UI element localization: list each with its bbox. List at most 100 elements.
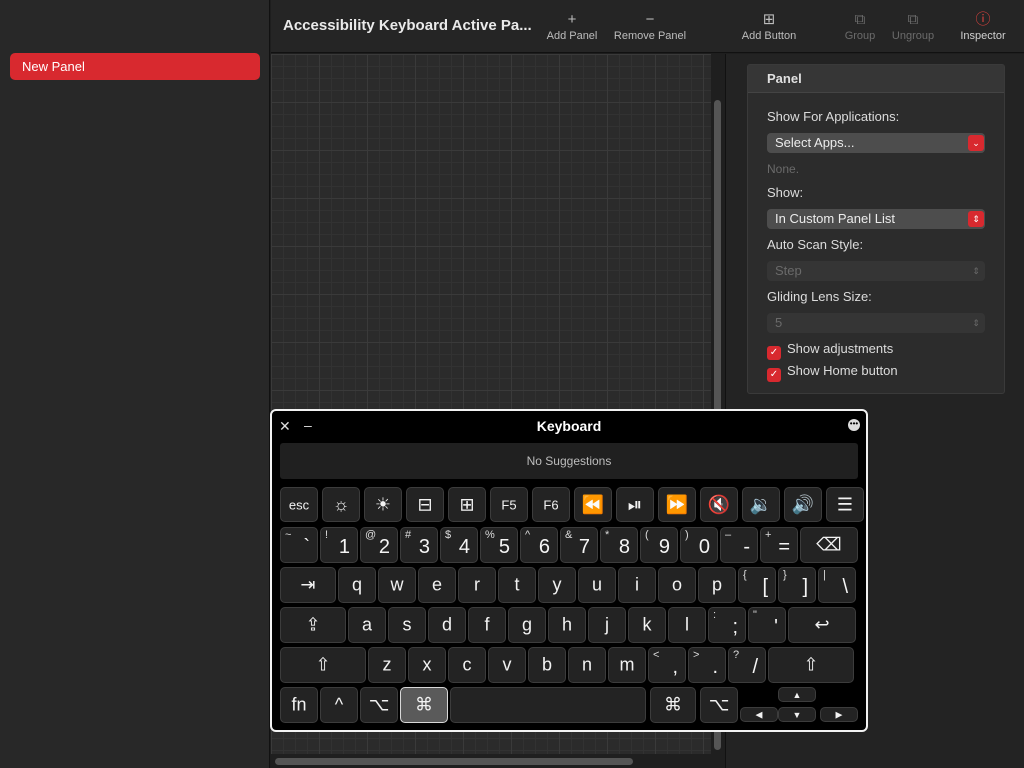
key-number-9[interactable]: (9 bbox=[640, 527, 678, 563]
auto-scan-popup[interactable]: Step ⇕ bbox=[767, 261, 985, 281]
key-F6[interactable]: F6 bbox=[532, 487, 570, 522]
key-f[interactable]: f bbox=[468, 607, 506, 643]
ungroup-button[interactable]: ⧉ Ungroup bbox=[888, 10, 938, 50]
key-number-10[interactable]: ) 0 bbox=[680, 527, 718, 563]
rewind-key[interactable]: ⏪ bbox=[574, 487, 612, 522]
add-button-button[interactable]: ⊞ Add Button bbox=[737, 10, 801, 50]
key-g[interactable]: g bbox=[508, 607, 546, 643]
add-panel-button[interactable]: + Add Panel bbox=[541, 10, 603, 50]
key-z[interactable]: z bbox=[368, 647, 406, 683]
gliding-lens-popup[interactable]: 5 ⇕ bbox=[767, 313, 985, 333]
key-asdf-11[interactable]: " ' bbox=[748, 607, 786, 643]
key-zxcv-9[interactable]: >. bbox=[688, 647, 726, 683]
key-c[interactable]: c bbox=[448, 647, 486, 683]
key-zxcv-8[interactable]: <, bbox=[648, 647, 686, 683]
option-key[interactable]: ⌥ bbox=[700, 687, 738, 723]
key-b[interactable]: b bbox=[528, 647, 566, 683]
key-e[interactable]: e bbox=[418, 567, 456, 603]
launchpad-key[interactable]: ⊞ bbox=[448, 487, 486, 522]
key-x[interactable]: x bbox=[408, 647, 446, 683]
key-qwerty-11[interactable]: {[ bbox=[738, 567, 776, 603]
rewind-icon: ⏪ bbox=[581, 494, 605, 514]
more-options-icon[interactable]: ••• bbox=[848, 419, 860, 431]
key-w[interactable]: w bbox=[378, 567, 416, 603]
command-key[interactable]: ⌘ bbox=[650, 687, 696, 723]
select-apps-popup[interactable]: Select Apps... ⌄ bbox=[767, 133, 985, 153]
show-popup[interactable]: In Custom Panel List ⇕ bbox=[767, 209, 985, 229]
remove-panel-button[interactable]: − Remove Panel bbox=[611, 10, 689, 50]
key-number-5[interactable]: % 5 bbox=[480, 527, 518, 563]
key-number-11[interactable]: – - bbox=[720, 527, 758, 563]
key-v[interactable]: v bbox=[488, 647, 526, 683]
show-home-button-checkbox[interactable]: ✓ Show Home button bbox=[767, 363, 898, 382]
key-p[interactable]: p bbox=[698, 567, 736, 603]
group-button[interactable]: ⧉ Group bbox=[841, 10, 879, 50]
key-qwerty-12[interactable]: }] bbox=[778, 567, 816, 603]
key-t[interactable]: t bbox=[498, 567, 536, 603]
horizontal-scroll-thumb[interactable] bbox=[275, 758, 633, 765]
key-l[interactable]: l bbox=[668, 607, 706, 643]
key-esc[interactable]: esc bbox=[280, 487, 318, 522]
arrow-down-key[interactable]: ▼ bbox=[778, 707, 816, 722]
key-number-4[interactable]: $4 bbox=[440, 527, 478, 563]
auto-scan-label: Auto Scan Style: bbox=[767, 237, 864, 252]
shift-key[interactable]: ⇧ bbox=[768, 647, 854, 683]
inspector-button[interactable]: ⓘ Inspector bbox=[956, 10, 1010, 50]
key-qwerty-13[interactable]: | \ bbox=[818, 567, 856, 603]
key-label: r bbox=[474, 574, 480, 595]
play-pause-key[interactable]: ⏯ bbox=[616, 487, 654, 522]
mission-control-key[interactable]: ⊟ bbox=[406, 487, 444, 522]
key-n[interactable]: n bbox=[568, 647, 606, 683]
key-k[interactable]: k bbox=[628, 607, 666, 643]
chevron-updown-icon: ⇕ bbox=[972, 266, 980, 276]
arrow-right-key[interactable]: ▶ bbox=[820, 707, 858, 722]
key-s[interactable]: s bbox=[388, 607, 426, 643]
shift-key[interactable]: ⇧ bbox=[280, 647, 366, 683]
show-adjustments-checkbox[interactable]: ✓ Show adjustments bbox=[767, 341, 893, 360]
list-key[interactable]: ☰ bbox=[826, 487, 864, 522]
mute-key[interactable]: 🔇 bbox=[700, 487, 738, 522]
key-number-1[interactable]: ! 1 bbox=[320, 527, 358, 563]
brightness-up-key[interactable]: ☀ bbox=[364, 487, 402, 522]
tab-key[interactable]: ⇥ bbox=[280, 567, 336, 603]
fast-forward-key[interactable]: ⏩ bbox=[658, 487, 696, 522]
key-r[interactable]: r bbox=[458, 567, 496, 603]
key-i[interactable]: i bbox=[618, 567, 656, 603]
key-number-12[interactable]: + = bbox=[760, 527, 798, 563]
key-a[interactable]: a bbox=[348, 607, 386, 643]
key-m[interactable]: m bbox=[608, 647, 646, 683]
key-number-7[interactable]: & 7 bbox=[560, 527, 598, 563]
key-zxcv-10[interactable]: ? / bbox=[728, 647, 766, 683]
key-number-8[interactable]: * 8 bbox=[600, 527, 638, 563]
option-key[interactable]: ⌥ bbox=[360, 687, 398, 723]
key-F5[interactable]: F5 bbox=[490, 487, 528, 522]
key-base-char: ; bbox=[732, 616, 738, 638]
key-u[interactable]: u bbox=[578, 567, 616, 603]
sidebar-item-new-panel[interactable]: New Panel bbox=[10, 53, 260, 80]
key-o[interactable]: o bbox=[658, 567, 696, 603]
caps-lock-key[interactable]: ⇪ bbox=[280, 607, 346, 643]
key-number-0[interactable]: ~ ` bbox=[280, 527, 318, 563]
horizontal-scrollbar[interactable] bbox=[271, 754, 725, 768]
key-d[interactable]: d bbox=[428, 607, 466, 643]
key-q[interactable]: q bbox=[338, 567, 376, 603]
return-key[interactable]: ↩ bbox=[788, 607, 856, 643]
key-h[interactable]: h bbox=[548, 607, 586, 643]
volume-up-key[interactable]: 🔊 bbox=[784, 487, 822, 522]
brightness-down-key[interactable]: ☼ bbox=[322, 487, 360, 522]
key-number-2[interactable]: @2 bbox=[360, 527, 398, 563]
key-y[interactable]: y bbox=[538, 567, 576, 603]
volume-down-key[interactable]: 🔉 bbox=[742, 487, 780, 522]
key-number-6[interactable]: ^ 6 bbox=[520, 527, 558, 563]
space-bar[interactable] bbox=[450, 687, 646, 723]
arrow-left-key[interactable]: ◀ bbox=[740, 707, 778, 722]
command-key[interactable]: ⌘ bbox=[400, 687, 448, 723]
arrow-up-key[interactable]: ▲ bbox=[778, 687, 816, 702]
key-number-3[interactable]: #3 bbox=[400, 527, 438, 563]
key-j[interactable]: j bbox=[588, 607, 626, 643]
delete-key[interactable]: ⌫ bbox=[800, 527, 858, 563]
mute-icon: 🔇 bbox=[707, 494, 731, 514]
key-asdf-10[interactable]: :; bbox=[708, 607, 746, 643]
key-fn[interactable]: fn bbox=[280, 687, 318, 723]
control-key[interactable]: ^ bbox=[320, 687, 358, 723]
